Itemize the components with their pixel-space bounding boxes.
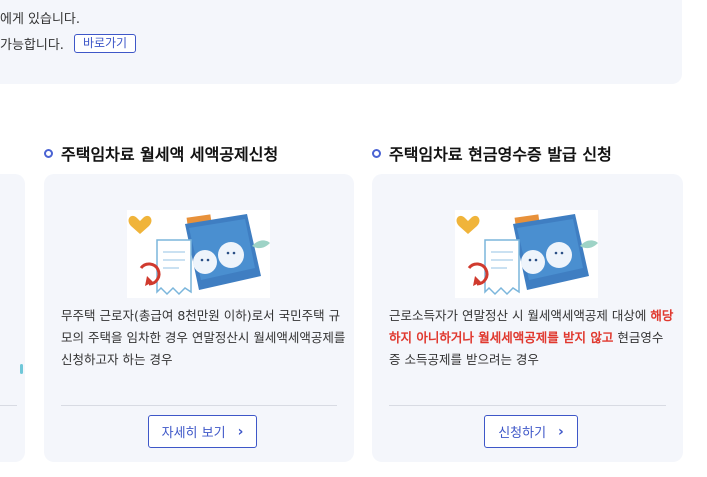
card-divider bbox=[61, 405, 337, 406]
card-cash-receipt: 근로소득자가 연말정산 시 월세액세액공제 대상에 해당하지 아니하거나 월세세… bbox=[372, 174, 683, 462]
info-text-1: 에게 있습니다. bbox=[0, 12, 81, 27]
card-description: 근로소득자가 연말정산 시 월세액세액공제 대상에 해당하지 아니하거나 월세세… bbox=[389, 305, 674, 371]
section-title-rent-deduction: 주택임차료 월세액 세액공제신청 bbox=[44, 141, 278, 165]
view-details-button[interactable]: 자세히 보기 › bbox=[148, 415, 257, 448]
info-text-line1: 에게 있습니다. bbox=[0, 8, 80, 27]
shortcut-button[interactable]: 바로가기 bbox=[73, 34, 137, 53]
view-details-label: 자세히 보기 bbox=[161, 426, 226, 441]
chevron-right-icon: › bbox=[237, 423, 244, 440]
card-partial-left bbox=[0, 174, 25, 462]
info-text-line2: 가능합니다. 바로가기 bbox=[0, 34, 137, 53]
apply-label: 신청하기 bbox=[498, 426, 547, 441]
desc-text-before: 근로소득자가 연말정산 시 월세액세액공제 대상에 bbox=[389, 308, 651, 323]
card-divider bbox=[389, 405, 666, 406]
rent-receipt-illustration bbox=[455, 210, 598, 298]
card-rent-deduction: 무주택 근로자(총급여 8천만원 이하)로서 국민주택 규모의 주택을 임차한 … bbox=[44, 174, 354, 462]
section-title-text: 주택임차료 월세액 세액공제신청 bbox=[61, 145, 279, 164]
section-title-cash-receipt: 주택임차료 현금영수증 발급 신청 bbox=[372, 141, 612, 165]
card-description: 무주택 근로자(총급여 8천만원 이하)로서 국민주택 규모의 주택을 임차한 … bbox=[61, 308, 346, 367]
ring-bullet-icon bbox=[372, 149, 381, 158]
partial-accent-mark bbox=[20, 364, 23, 374]
rent-receipt-illustration bbox=[127, 210, 270, 298]
ring-bullet-icon bbox=[44, 149, 53, 158]
info-text-2: 가능합니다. bbox=[0, 38, 64, 53]
section-title-text: 주택임차료 현금영수증 발급 신청 bbox=[389, 145, 612, 164]
info-box: 에게 있습니다. 가능합니다. 바로가기 bbox=[0, 0, 682, 84]
chevron-right-icon: › bbox=[558, 423, 564, 440]
card-divider bbox=[0, 405, 17, 406]
apply-button[interactable]: 신청하기 › bbox=[484, 415, 578, 448]
